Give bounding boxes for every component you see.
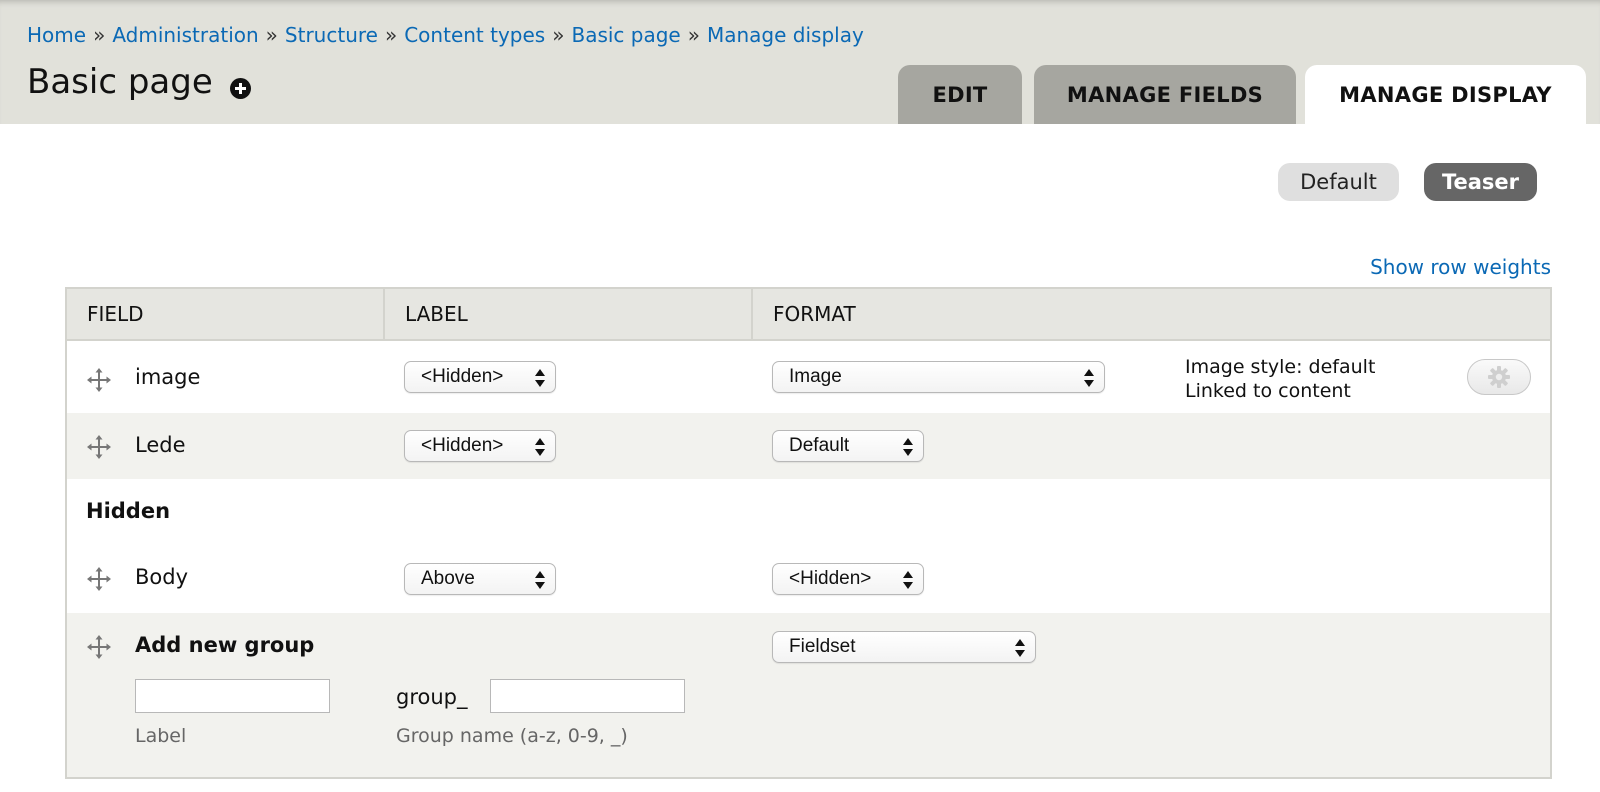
label-select[interactable]: <Hidden>	[404, 361, 556, 393]
field-name: Body	[135, 565, 189, 589]
select-value: Above	[421, 568, 475, 589]
group-label-hint: Label	[135, 725, 187, 747]
table-row-body: Body Above <Hidden>	[67, 545, 1550, 613]
page-header: Home» Administration» Structure» Content ty…	[0, 0, 1600, 124]
group-format-select[interactable]: Fieldset	[772, 631, 1036, 663]
tab-manage-display[interactable]: MANAGE DISPLAY	[1305, 65, 1586, 124]
select-arrows-icon	[535, 438, 545, 456]
view-mode-teaser[interactable]: Teaser	[1424, 163, 1537, 201]
select-value: <Hidden>	[421, 366, 504, 387]
breadcrumb-separator: »	[687, 23, 700, 47]
drag-handle-icon[interactable]	[86, 434, 112, 460]
tab-manage-fields[interactable]: MANAGE FIELDS	[1034, 65, 1296, 124]
select-value: Default	[789, 435, 850, 456]
breadcrumb-basic-page[interactable]: Basic page	[571, 23, 680, 47]
drag-handle-icon[interactable]	[86, 566, 112, 592]
breadcrumb-home[interactable]: Home	[27, 23, 86, 47]
breadcrumb-separator: »	[552, 23, 565, 47]
label-select[interactable]: Above	[404, 563, 556, 595]
table-header: FIELD LABEL FORMAT	[67, 289, 1550, 341]
breadcrumb-separator: »	[384, 23, 398, 47]
select-value: Fieldset	[789, 636, 856, 657]
field-name: image	[135, 365, 201, 389]
breadcrumb-separator: »	[265, 23, 278, 47]
drag-handle-icon[interactable]	[86, 367, 112, 393]
select-arrows-icon	[903, 571, 913, 589]
summary-line: Linked to content	[1185, 380, 1351, 402]
view-mode-default[interactable]: Default	[1278, 163, 1399, 201]
breadcrumb-content-types[interactable]: Content types	[404, 23, 545, 47]
column-header-label: LABEL	[385, 289, 753, 339]
drag-handle-icon[interactable]	[86, 634, 112, 660]
group-name-prefix: group_	[396, 685, 468, 709]
group-label-input[interactable]	[135, 679, 330, 713]
breadcrumb-manage-display[interactable]: Manage display	[707, 23, 864, 47]
format-select[interactable]: <Hidden>	[772, 563, 924, 595]
format-settings-button[interactable]	[1467, 359, 1531, 395]
gear-icon	[1488, 366, 1510, 388]
add-shortcut-icon[interactable]	[230, 78, 251, 99]
summary-line: Image style: default	[1185, 356, 1376, 378]
format-select[interactable]: Image	[772, 361, 1105, 393]
select-arrows-icon	[903, 438, 913, 456]
breadcrumb: Home» Administration» Structure» Content ty…	[27, 23, 864, 47]
field-name: Lede	[135, 433, 186, 457]
select-value: <Hidden>	[421, 435, 504, 456]
show-row-weights-link[interactable]: Show row weights	[1370, 255, 1551, 279]
column-header-format: FORMAT	[773, 302, 856, 326]
label-select[interactable]: <Hidden>	[404, 430, 556, 462]
group-name-input[interactable]	[490, 679, 685, 713]
breadcrumb-structure[interactable]: Structure	[285, 23, 378, 47]
format-summary: Image style: default Linked to content	[1185, 355, 1375, 403]
fields-table: FIELD LABEL FORMAT image <Hidden> Image …	[65, 287, 1552, 779]
page-title: Basic page	[27, 62, 213, 102]
select-arrows-icon	[1015, 639, 1025, 657]
table-row-add-group: Add new group Fieldset Label group_ Grou…	[67, 613, 1550, 777]
select-value: Image	[789, 366, 842, 387]
section-row-hidden: Hidden	[67, 479, 1550, 545]
select-arrows-icon	[535, 369, 545, 387]
select-value: <Hidden>	[789, 568, 872, 589]
select-arrows-icon	[535, 571, 545, 589]
add-group-title: Add new group	[135, 633, 315, 657]
section-title: Hidden	[86, 499, 171, 523]
column-header-field: FIELD	[67, 289, 385, 339]
format-select[interactable]: Default	[772, 430, 924, 462]
group-name-hint: Group name (a-z, 0-9, _)	[396, 725, 628, 747]
tab-edit[interactable]: EDIT	[898, 65, 1022, 124]
table-row-image: image <Hidden> Image Image style: defaul…	[67, 341, 1550, 413]
table-row-lede: Lede <Hidden> Default	[67, 413, 1550, 479]
select-arrows-icon	[1084, 369, 1094, 387]
breadcrumb-administration[interactable]: Administration	[112, 23, 258, 47]
breadcrumb-separator: »	[93, 23, 106, 47]
